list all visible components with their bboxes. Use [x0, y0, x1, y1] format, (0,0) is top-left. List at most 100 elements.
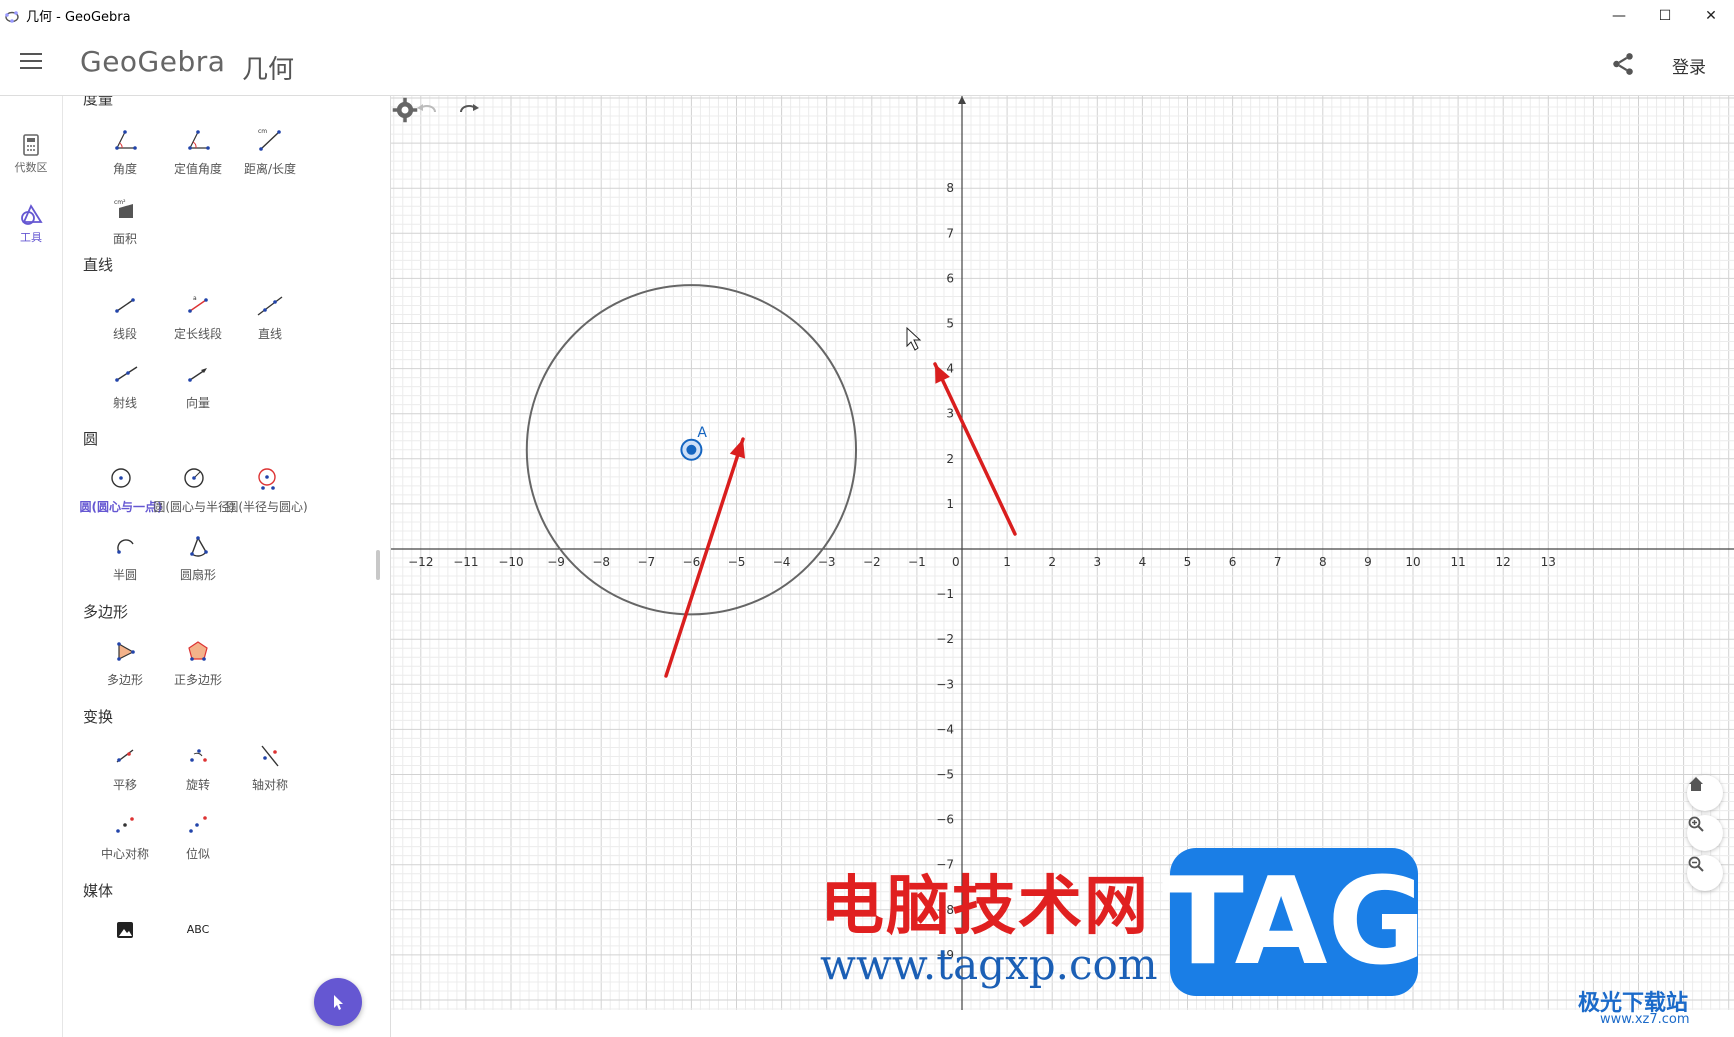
tool-angle[interactable]: 角度	[85, 126, 165, 177]
tool-fixed-angle[interactable]: 定值角度	[158, 126, 238, 177]
x-tick-label: 2	[1048, 555, 1056, 569]
y-axis-arrow	[958, 96, 966, 104]
y-tick-label: −4	[936, 722, 954, 736]
tool-reflect-line[interactable]: 轴对称	[230, 742, 310, 793]
y-tick-label: 8	[946, 181, 954, 195]
x-tick-label: −9	[547, 555, 565, 569]
y-tick-label: 2	[946, 452, 954, 466]
svg-text:a: a	[193, 295, 197, 302]
tool-label: 直线	[257, 327, 282, 341]
login-button[interactable]: 登录	[1672, 53, 1706, 78]
x-tick-label: 9	[1364, 555, 1372, 569]
x-tick-label: 1	[1003, 555, 1011, 569]
area-icon: cm²	[114, 199, 133, 218]
watermark-tag-logo: TAG	[1162, 848, 1426, 996]
maximize-button[interactable]: ☐	[1642, 0, 1688, 31]
image-icon	[117, 922, 133, 938]
tools-scrollbar[interactable]	[376, 550, 380, 580]
tool-vector[interactable]: 向量	[158, 360, 238, 411]
tool-ray[interactable]: 射线	[85, 360, 165, 411]
tool-label: 向量	[185, 396, 210, 410]
category-media: 媒体	[83, 882, 114, 900]
y-tick-label: 6	[946, 271, 954, 285]
tool-rotate[interactable]: 旋转	[158, 742, 238, 793]
tool-fixed-segment[interactable]: a 定长线段	[158, 291, 238, 342]
svg-text:cm: cm	[258, 128, 267, 135]
origin-label: 0	[952, 555, 960, 569]
y-tick-label: −5	[936, 768, 954, 782]
x-tick-label: −3	[818, 555, 836, 569]
x-tick-label: −11	[453, 555, 478, 569]
tool-translate[interactable]: 平移	[85, 742, 165, 793]
y-tick-label: −2	[936, 632, 954, 646]
polygon-icon	[117, 642, 135, 661]
angle-icon	[115, 130, 137, 150]
rail-label: 工具	[20, 231, 42, 244]
x-tick-label: −7	[637, 555, 655, 569]
tool-semicircle[interactable]: 半圆	[85, 532, 165, 583]
tool-image[interactable]	[85, 916, 165, 950]
x-tick-label: 8	[1319, 555, 1327, 569]
rail-item-algebra[interactable]: 代数区	[0, 134, 62, 175]
home-icon	[1689, 777, 1703, 791]
tool-sector[interactable]: 圆扇形	[158, 532, 238, 583]
fixed-angle-icon	[188, 130, 210, 150]
window-title: 几何 - GeoGebra	[26, 10, 131, 25]
redo-icon[interactable]	[455, 96, 483, 124]
gear-icon[interactable]	[391, 96, 419, 124]
tool-line[interactable]: 直线	[230, 291, 310, 342]
tool-label: 平移	[112, 778, 137, 792]
y-tick-label: 4	[946, 362, 954, 376]
segment-icon	[115, 298, 135, 313]
zoom-out-button[interactable]	[1687, 855, 1723, 891]
tool-label: 定值角度	[173, 162, 222, 176]
distance-icon: cm	[258, 128, 281, 151]
x-tick-label: 3	[1093, 555, 1101, 569]
menu-icon[interactable]	[20, 53, 42, 71]
x-tick-label: 13	[1541, 555, 1556, 569]
share-icon[interactable]	[1610, 51, 1636, 77]
tool-text[interactable]: ABC	[158, 916, 238, 944]
home-view-button[interactable]	[1687, 775, 1723, 811]
tool-label: 射线	[112, 396, 137, 410]
tool-polygon[interactable]: 多边形	[85, 637, 165, 688]
svg-text:cm²: cm²	[114, 199, 126, 206]
tool-dilate[interactable]: 位似	[158, 811, 238, 862]
tool-area[interactable]: cm² 面积	[85, 196, 165, 247]
cursor-arrow-icon	[334, 995, 343, 1010]
rail-label: 代数区	[14, 161, 48, 174]
tool-segment[interactable]: 线段	[85, 291, 165, 342]
ray-icon	[115, 366, 138, 382]
tool-label: 位似	[185, 847, 210, 861]
tool-reflect-point[interactable]: 中心对称	[85, 811, 165, 862]
dilate-icon	[189, 816, 207, 833]
app-title: 几何	[242, 55, 295, 85]
tool-label: 距离/长度	[243, 162, 297, 176]
y-tick-label: 5	[946, 317, 954, 331]
tool-regular-polygon[interactable]: 正多边形	[158, 637, 238, 688]
x-tick-label: −2	[863, 555, 881, 569]
x-tick-label: −12	[408, 555, 433, 569]
zoom-out-icon	[1688, 856, 1704, 872]
x-tick-label: 5	[1184, 555, 1192, 569]
rail-item-tools[interactable]: 工具	[0, 204, 62, 245]
semicircle-icon	[117, 539, 134, 554]
move-tool-fab[interactable]	[314, 978, 362, 1026]
category-circles: 圆	[83, 430, 99, 448]
compass-icon	[258, 468, 276, 490]
y-tick-label: −3	[936, 677, 954, 691]
tool-distance[interactable]: cm 距离/长度	[230, 126, 310, 177]
tools-panel: 度量 角度 定值角度 cm 距离/长度 cm² 面积 直线 线段 a 定长线段 …	[63, 96, 391, 1037]
zoom-in-button[interactable]	[1687, 815, 1723, 851]
watermark-text: 电脑技术网	[820, 870, 1150, 944]
minimize-button[interactable]: —	[1596, 0, 1642, 31]
tool-label: 线段	[112, 327, 137, 341]
y-tick-label: −1	[936, 587, 954, 601]
tool-label: 角度	[112, 162, 137, 176]
close-button[interactable]: ✕	[1688, 0, 1734, 31]
tool-compass[interactable]: 圆(半径与圆心)	[219, 464, 315, 515]
geogebra-app-icon	[5, 10, 19, 23]
app-header: GeoGebra 几何 登录	[0, 31, 1734, 96]
left-rail: 代数区 工具	[0, 96, 63, 1037]
circle-center-point-icon	[111, 468, 131, 488]
